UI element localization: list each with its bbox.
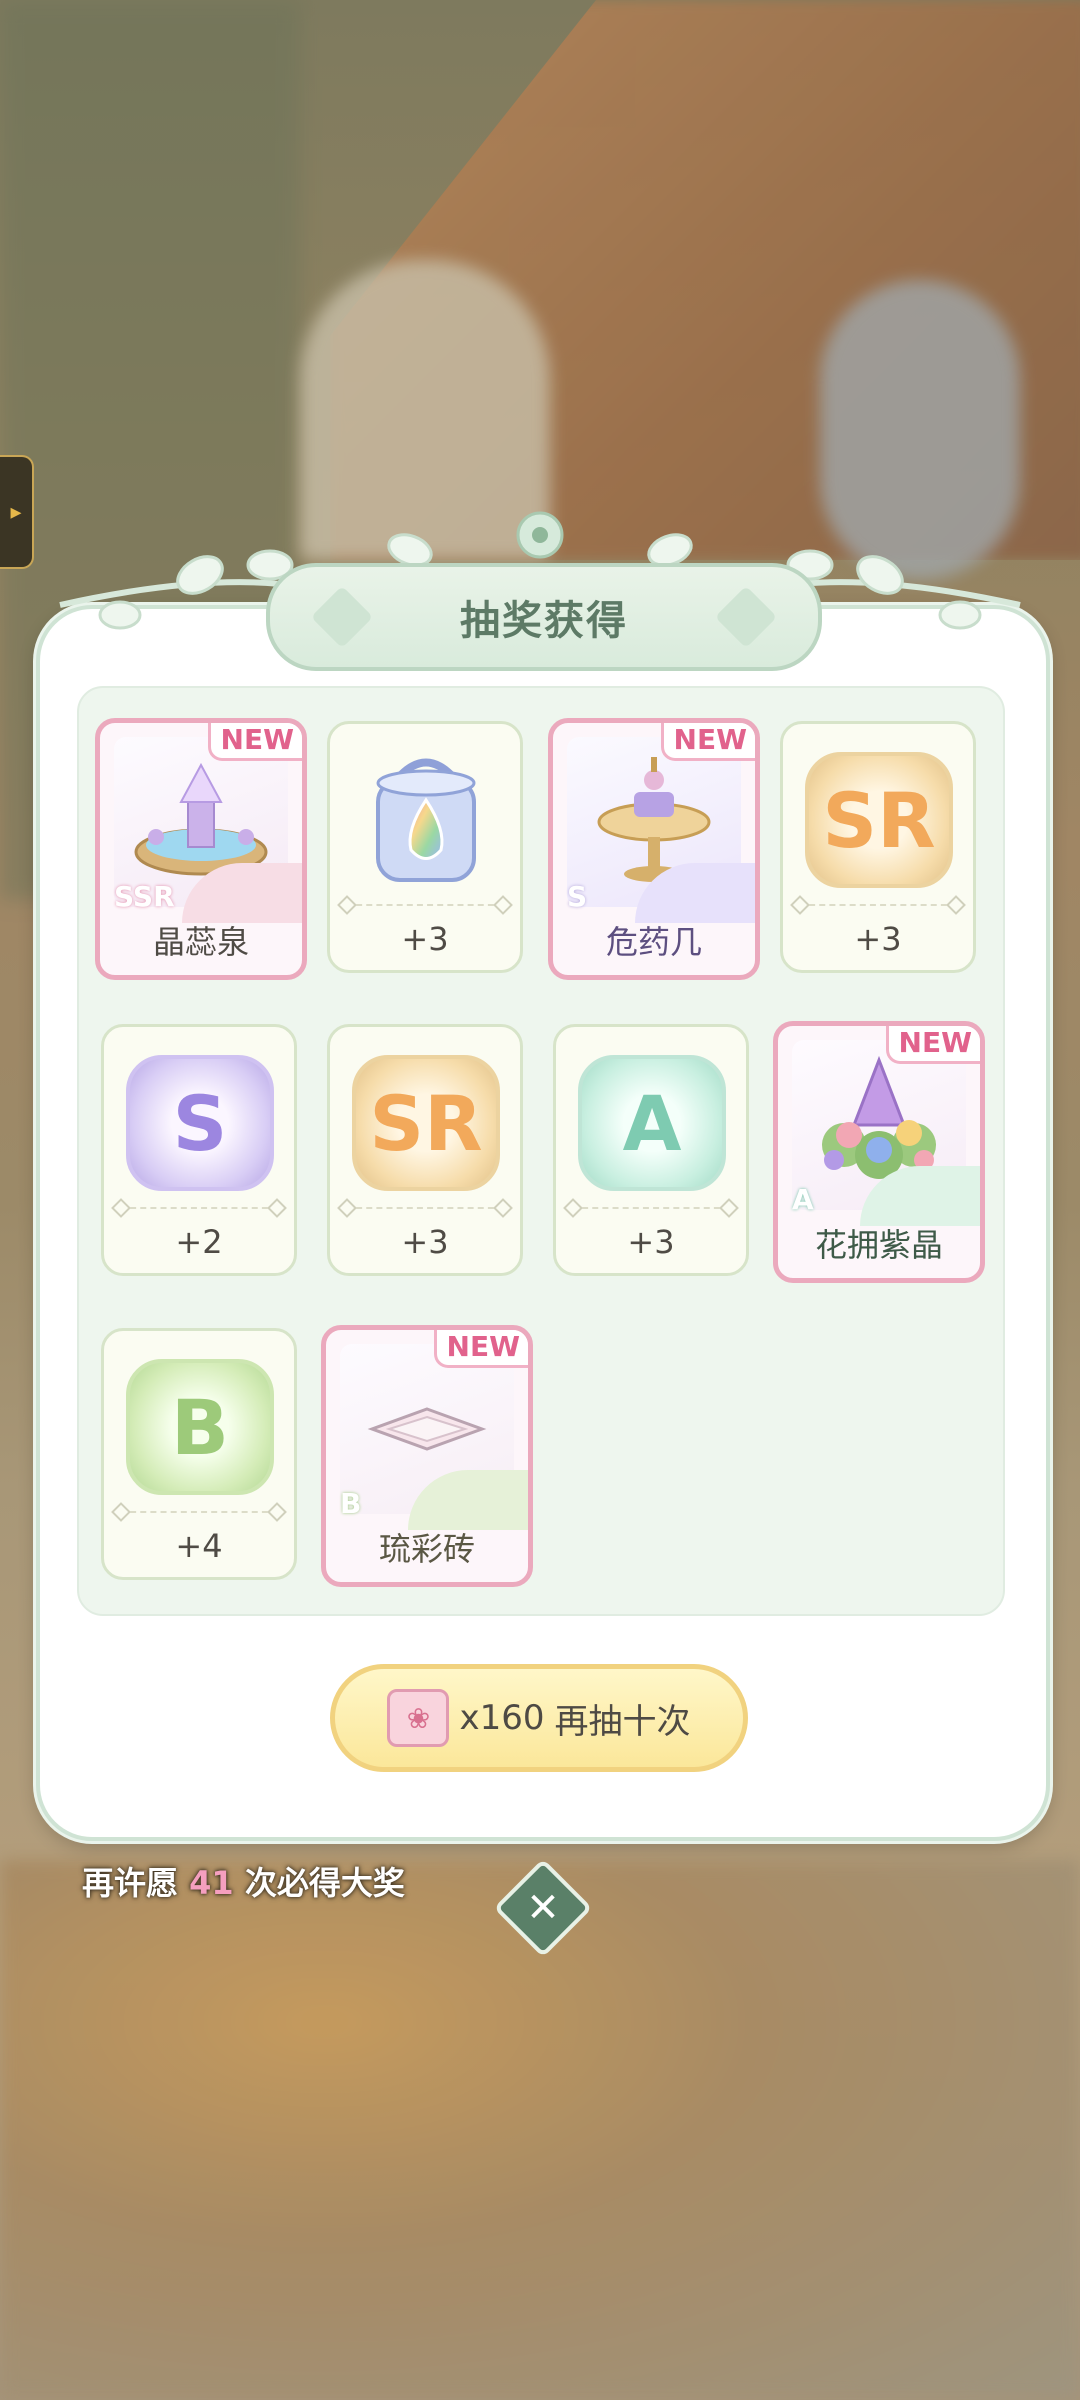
- rarity-tag: A: [792, 1183, 814, 1216]
- reward-item-6[interactable]: SR +3: [327, 1024, 523, 1276]
- item-label: +3: [401, 1223, 449, 1261]
- reward-item-8[interactable]: A NEW 花拥紫晶: [773, 1021, 985, 1283]
- panel-title: 抽奖获得: [266, 563, 822, 671]
- item-label: +3: [401, 920, 449, 958]
- item-label: +3: [854, 920, 902, 958]
- a-fragment-icon: A: [578, 1055, 726, 1191]
- new-badge: NEW: [433, 1330, 528, 1368]
- wish-gem-icon: ❀: [387, 1689, 450, 1747]
- item-label: +4: [175, 1527, 223, 1565]
- item-label: 晶蕊泉: [152, 923, 249, 961]
- reward-item-7[interactable]: A +3: [553, 1024, 749, 1276]
- new-badge: NEW: [885, 1026, 980, 1064]
- title-text: 抽奖获得: [460, 598, 628, 644]
- pity-count: 41: [189, 1864, 234, 1902]
- b-fragment-icon: B: [126, 1359, 274, 1495]
- reward-item-4[interactable]: SR +3: [780, 721, 976, 973]
- close-icon: ✕: [526, 1885, 560, 1931]
- rarity-tag: B: [340, 1487, 362, 1520]
- item-label: 危药几: [605, 923, 702, 961]
- new-badge: NEW: [660, 723, 755, 761]
- reward-item-10[interactable]: B NEW 琉彩砖: [321, 1325, 533, 1587]
- rarity-tag: SSR: [114, 880, 175, 913]
- pity-counter: 再许愿 41 次必得大奖: [82, 1864, 405, 1902]
- rainbow-dye-jar-icon: [376, 758, 476, 882]
- new-badge: NEW: [207, 723, 302, 761]
- reward-item-1[interactable]: SSR NEW 晶蕊泉: [95, 718, 307, 980]
- sr-fragment-icon: SR: [352, 1055, 500, 1191]
- reward-item-3[interactable]: S NEW 危药几: [548, 718, 760, 980]
- reward-item-2[interactable]: +3: [327, 721, 523, 973]
- s-fragment-icon: S: [126, 1055, 274, 1191]
- retry-label: 再抽十次: [554, 1701, 691, 1742]
- rarity-tag: S: [567, 880, 588, 913]
- side-expand-tab[interactable]: ▸: [0, 455, 34, 569]
- sr-fragment-icon: SR: [805, 752, 953, 888]
- draw-ten-again-button[interactable]: ❀ x160 再抽十次: [330, 1664, 748, 1772]
- item-label: +2: [175, 1223, 223, 1261]
- arrow-right-icon: ▸: [10, 499, 22, 525]
- item-label: 琉彩砖: [378, 1530, 475, 1568]
- item-label: +3: [627, 1223, 675, 1261]
- item-label: 花拥紫晶: [814, 1226, 943, 1264]
- reward-item-9[interactable]: B +4: [101, 1328, 297, 1580]
- cost-text: x160: [459, 1698, 545, 1738]
- reward-item-5[interactable]: S +2: [101, 1024, 297, 1276]
